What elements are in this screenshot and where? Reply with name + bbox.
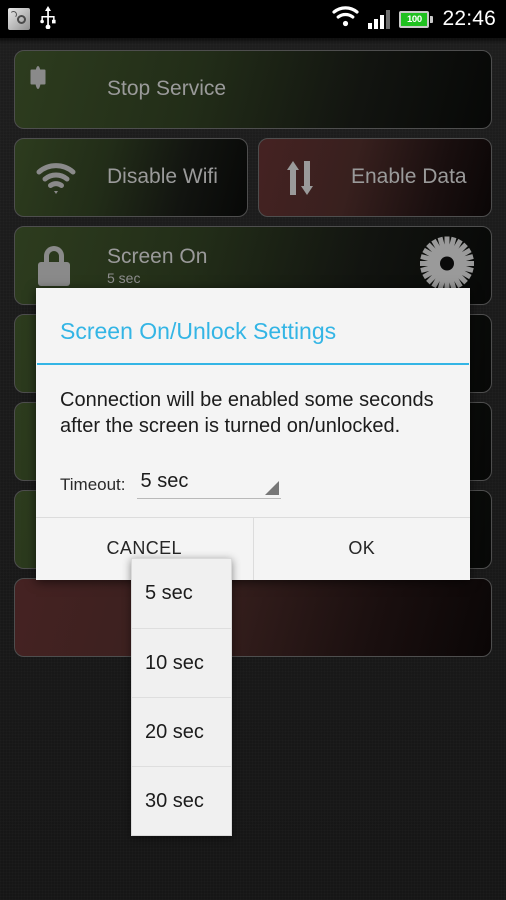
status-bar-system-icons: 100 22:46 (332, 6, 506, 32)
tile-stop-service[interactable]: Stop Service (14, 50, 492, 129)
dropdown-option-30-sec[interactable]: 30 sec (132, 766, 231, 835)
cellular-signal-icon (368, 9, 391, 29)
dropdown-option-20-sec[interactable]: 20 sec (132, 697, 231, 766)
chevron-down-icon (264, 480, 279, 495)
tile-disable-wifi-label: Disable Wifi (107, 165, 218, 189)
dropdown-option-10-sec[interactable]: 10 sec (132, 628, 231, 697)
dialog-message: Connection will be enabled some seconds … (60, 389, 434, 438)
tile-enable-data[interactable]: Enable Data (258, 138, 492, 217)
tile-row-7 (14, 578, 492, 657)
screen-on-unlock-settings-dialog: Screen On/Unlock Settings Connection wil… (36, 288, 470, 580)
tile-obscured-4[interactable] (14, 578, 492, 657)
tile-row-2: Disable Wifi Enable Data (14, 138, 492, 217)
phone-screen: Stop Service Disable Wifi Enable Data Sc… (0, 0, 506, 900)
gear-icon[interactable] (419, 235, 475, 296)
wifi-icon (35, 157, 77, 199)
tile-disable-wifi[interactable]: Disable Wifi (14, 138, 248, 217)
dialog-button-bar: CANCEL OK (36, 516, 470, 580)
wifi-icon (332, 6, 360, 32)
tile-screen-on-subtitle: 5 sec (107, 269, 141, 286)
clock: 22:46 (442, 7, 496, 30)
dropdown-option-5-sec[interactable]: 5 sec (132, 559, 231, 628)
app-settings-icon (8, 8, 30, 30)
tile-stop-service-label: Stop Service (107, 77, 227, 101)
timeout-dropdown-list[interactable]: 5 sec 10 sec 20 sec 30 sec (131, 558, 232, 836)
tile-row-1: Stop Service (14, 50, 492, 129)
status-bar-notifications (0, 5, 57, 34)
timeout-spinner[interactable]: 5 sec (136, 469, 281, 499)
stop-icon (35, 65, 77, 111)
battery-icon: 100 (399, 10, 434, 28)
lock-icon (35, 245, 77, 287)
status-bar: 100 22:46 (0, 0, 506, 38)
timeout-spinner-value: 5 sec (140, 469, 189, 492)
tile-enable-data-label: Enable Data (351, 165, 467, 189)
battery-level-label: 100 (399, 10, 430, 28)
usb-icon (39, 5, 57, 34)
tile-screen-on-title: Screen On (107, 244, 208, 268)
ok-button[interactable]: OK (252, 517, 470, 580)
timeout-row: Timeout: 5 sec (36, 448, 470, 517)
statusbar-shadow (0, 38, 506, 44)
data-transfer-icon (279, 157, 321, 199)
tile-screen-on-label: Screen On 5 sec (107, 244, 208, 286)
dialog-title: Screen On/Unlock Settings (60, 318, 337, 344)
timeout-label: Timeout: (60, 474, 126, 494)
